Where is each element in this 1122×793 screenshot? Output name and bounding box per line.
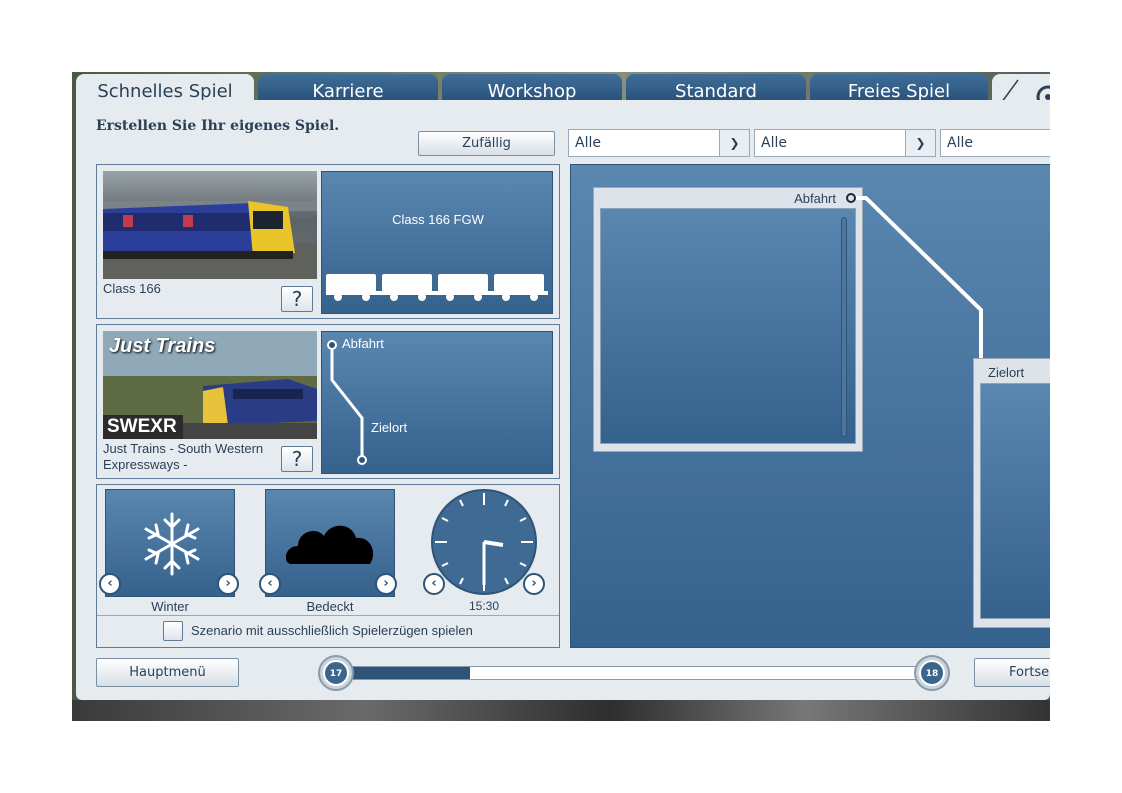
consist-cars-icon	[326, 274, 548, 301]
route-badge: SWEXR	[103, 415, 183, 439]
main-menu-button[interactable]: Hauptmenü	[96, 658, 239, 687]
route-destination-label: Zielort	[371, 420, 408, 435]
time-next-button[interactable]: ›	[523, 573, 545, 595]
background-track-strip	[72, 700, 1050, 721]
train-name: Class 166	[103, 281, 161, 296]
season-label: Winter	[151, 599, 189, 614]
filter-dropdown-3[interactable]: Alle	[940, 129, 1050, 157]
time-label: 15:30	[468, 599, 500, 613]
season-prev-button[interactable]: ‹	[99, 573, 121, 595]
route-departure-label: Abfahrt	[342, 336, 384, 351]
game-window: Schnelles Spiel Karriere Workshop Standa…	[72, 72, 1050, 721]
slider-start-handle[interactable]: 17	[318, 655, 354, 691]
route-preview[interactable]: Abfahrt Zielort	[321, 331, 553, 474]
weather-prev-button[interactable]: ‹	[259, 573, 281, 595]
slider-end-value: 18	[919, 660, 945, 686]
slider-end-handle[interactable]: 18	[914, 655, 950, 691]
chevron-down-icon[interactable]: ❯	[905, 130, 935, 156]
main-panel: Erstellen Sie Ihr eigenes Spiel. Zufälli…	[76, 100, 1050, 700]
chevron-down-icon[interactable]: ❯	[719, 130, 749, 156]
cloud-icon	[286, 525, 374, 564]
weather-next-button[interactable]: ›	[375, 573, 397, 595]
train-selector: Class 166 ? Class 166 FGW	[96, 164, 560, 319]
player-only-checkbox[interactable]	[163, 621, 183, 641]
route-selector: Just Trains SWEXR Just Trains - South We…	[96, 324, 560, 479]
consist-name: Class 166 FGW	[392, 212, 484, 227]
route-map: Abfahrt Zielort	[570, 164, 1050, 648]
train-help-button[interactable]: ?	[281, 286, 313, 312]
time-slider-fill	[339, 667, 470, 679]
route-line	[327, 340, 367, 465]
season-next-button[interactable]: ›	[217, 573, 239, 595]
filter-value-1: Alle	[575, 135, 601, 151]
filter-dropdown-1[interactable]: Alle ❯	[568, 129, 750, 157]
train-picture	[103, 201, 317, 279]
filter-value-3: Alle	[947, 135, 973, 151]
destination-card[interactable]: Zielort	[973, 358, 1050, 628]
train-image[interactable]	[103, 171, 317, 279]
filter-dropdown-2[interactable]: Alle ❯	[754, 129, 936, 157]
page-heading: Erstellen Sie Ihr eigenes Spiel.	[96, 118, 340, 134]
season-preview	[105, 489, 235, 597]
route-image[interactable]: Just Trains SWEXR	[103, 331, 317, 439]
filter-value-2: Alle	[761, 135, 787, 151]
destination-scenario-list[interactable]	[980, 383, 1050, 619]
conditions-selector: ‹ › Winter ‹ › Bedeckt ‹ › 15:30 Szenari…	[96, 484, 560, 648]
snowflake-icon	[144, 512, 200, 576]
route-brand-logo: Just Trains	[109, 335, 216, 357]
consist-preview[interactable]: Class 166 FGW	[321, 171, 553, 314]
divider	[97, 615, 559, 616]
destination-label: Zielort	[988, 365, 1025, 380]
slider-start-value: 17	[323, 660, 349, 686]
route-name: Just Trains - South Western Expressways …	[103, 441, 264, 472]
weather-label: Bedeckt	[306, 599, 354, 614]
route-help-button[interactable]: ?	[281, 446, 313, 472]
random-button[interactable]: Zufällig	[418, 131, 555, 156]
player-only-label[interactable]: Szenario mit ausschließlich Spielerzügen…	[191, 623, 473, 638]
time-slider-track[interactable]	[338, 666, 934, 680]
time-prev-button[interactable]: ‹	[423, 573, 445, 595]
continue-button[interactable]: Fortse	[974, 658, 1050, 687]
